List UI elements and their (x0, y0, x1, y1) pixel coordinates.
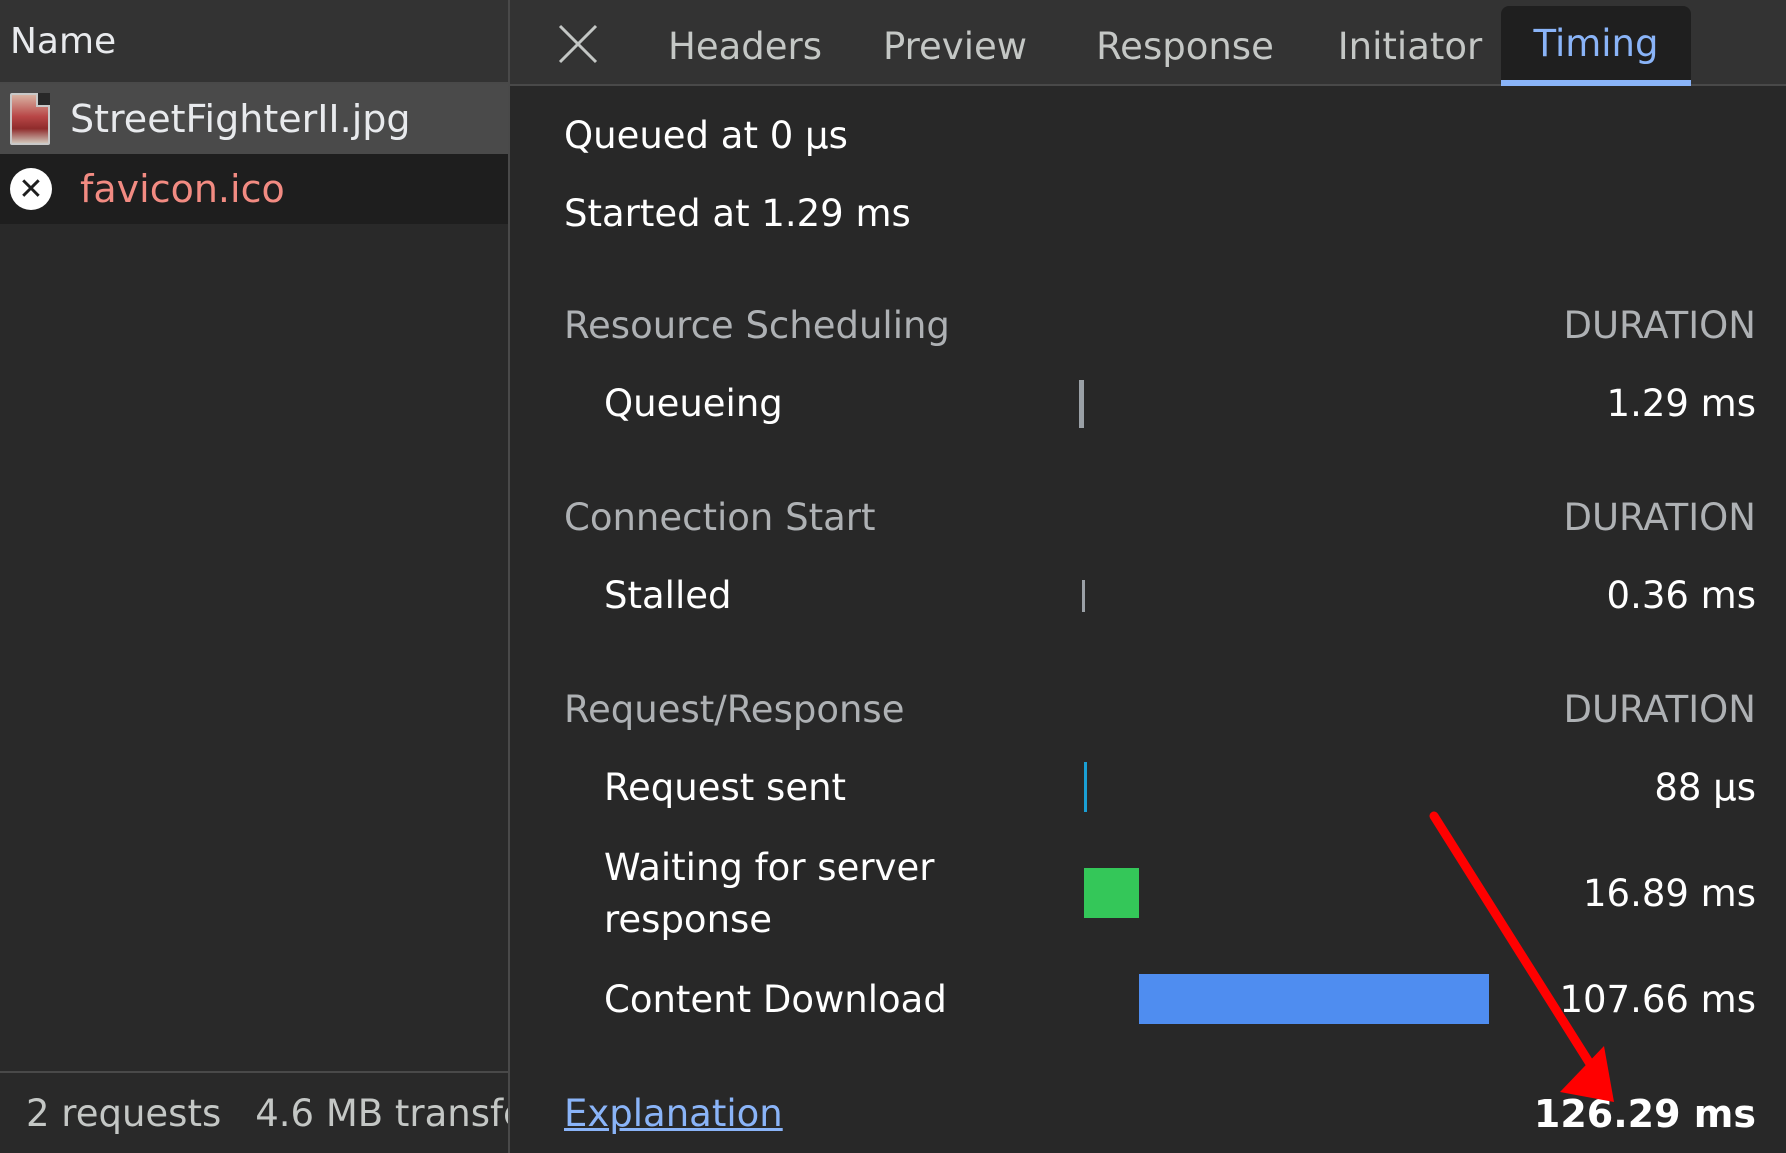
request-name: StreetFighterII.jpg (70, 97, 411, 141)
content-download-label: Content Download (604, 978, 947, 1021)
waiting-value: 16.89 ms (1582, 872, 1756, 915)
request-row-streetfighter[interactable]: StreetFighterII.jpg (0, 84, 508, 154)
tab-response[interactable]: Response (1075, 6, 1295, 86)
total-duration: 126.29 ms (1533, 1092, 1756, 1136)
requests-panel: Name StreetFighterII.jpg ✕ favicon.ico 2… (0, 0, 510, 1153)
duration-header: DURATION (1563, 688, 1756, 731)
request-count: 2 requests (26, 1091, 222, 1135)
request-sent-label: Request sent (604, 766, 847, 809)
name-column-header[interactable]: Name (0, 0, 508, 84)
duration-header: DURATION (1563, 496, 1756, 539)
request-name: favicon.ico (80, 167, 285, 211)
section-title-connection-start: Connection Start (564, 496, 876, 539)
details-panel: Headers Preview Response Initiator Timin… (510, 0, 1786, 1153)
request-row-favicon[interactable]: ✕ favicon.ico (0, 154, 508, 224)
duration-header: DURATION (1563, 304, 1756, 347)
tab-initiator[interactable]: Initiator (1310, 6, 1510, 86)
tab-headers[interactable]: Headers (650, 6, 840, 86)
error-icon: ✕ (10, 168, 52, 210)
started-at-text: Started at 1.29 ms (564, 192, 911, 235)
queued-at-text: Queued at 0 µs (564, 114, 848, 157)
tab-timing[interactable]: Timing (1501, 6, 1691, 86)
waiting-label-line1: Waiting for server (604, 846, 935, 889)
section-title-request-response: Request/Response (564, 688, 905, 731)
tab-preview[interactable]: Preview (860, 6, 1050, 86)
details-tabbar: Headers Preview Response Initiator Timin… (510, 0, 1786, 86)
timing-content: Queued at 0 µs Started at 1.29 ms Resour… (510, 86, 1786, 1153)
request-sent-bar (1084, 762, 1087, 812)
request-sent-value: 88 µs (1654, 766, 1756, 809)
stalled-value: 0.36 ms (1606, 574, 1756, 617)
queueing-bar (1079, 380, 1084, 428)
section-title-resource-scheduling: Resource Scheduling (564, 304, 950, 347)
stalled-label: Stalled (604, 574, 732, 617)
queueing-label: Queueing (604, 382, 783, 425)
status-bar: 2 requests 4.6 MB transferr (0, 1071, 508, 1153)
close-icon[interactable] (556, 22, 600, 66)
stalled-bar (1082, 580, 1085, 612)
explanation-link[interactable]: Explanation (564, 1092, 783, 1135)
name-column-label: Name (10, 20, 117, 62)
transferred-size: 4.6 MB transferr (255, 1091, 508, 1135)
waiting-label-line2: response (604, 898, 773, 941)
image-file-icon (10, 93, 50, 145)
content-download-value: 107.66 ms (1559, 978, 1756, 1021)
waiting-bar (1084, 868, 1139, 918)
content-download-bar (1139, 974, 1489, 1024)
queueing-value: 1.29 ms (1606, 382, 1756, 425)
